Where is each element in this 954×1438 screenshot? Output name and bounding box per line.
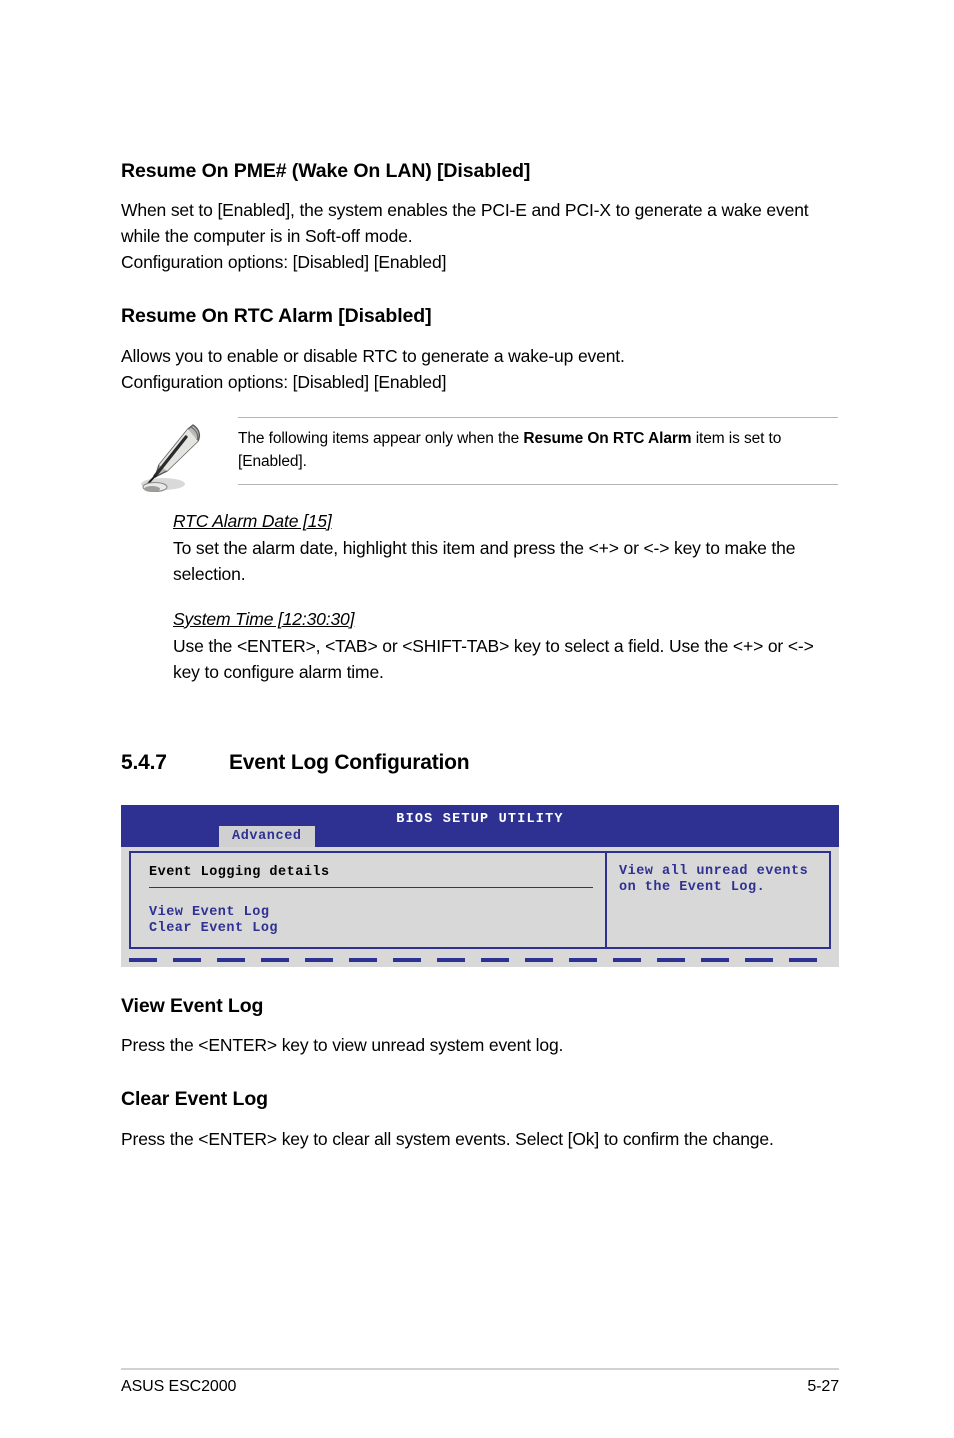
section-number: 5.4.7 xyxy=(121,750,167,774)
config-options-resume-on-rtc-alarm: Configuration options: [Disabled] [Enabl… xyxy=(121,371,447,392)
sub-item-desc-system-time: Use the <ENTER>, <TAB> or <SHIFT-TAB> ke… xyxy=(173,635,814,682)
bios-help-line-2: on the Event Log. xyxy=(619,879,766,895)
note-text-emphasis: Resume On RTC Alarm xyxy=(523,429,692,447)
footer-page-number: 5-27 xyxy=(807,1378,839,1395)
sub-item-rtc-alarm-date: RTC Alarm Date [15] To set the alarm dat… xyxy=(173,509,839,587)
page-content: Resume On PME# (Wake On LAN) [Disabled] … xyxy=(121,160,839,1152)
sub-item-desc-rtc-alarm-date: To set the alarm date, highlight this it… xyxy=(173,537,796,584)
bios-footer-dashed-rule xyxy=(129,957,831,962)
config-options-resume-on-pme: Configuration options: [Disabled] [Enabl… xyxy=(121,252,447,273)
bios-group-divider xyxy=(149,886,593,888)
page-title: Event Log Configuration xyxy=(229,750,470,774)
bios-header-bar: BIOS SETUP UTILITY Advanced xyxy=(121,804,839,848)
footer-divider xyxy=(121,1368,839,1370)
note-box: The following items appear only when the… xyxy=(131,416,839,492)
bios-settings-panel: Event Logging details View Event Log Cle… xyxy=(129,850,605,949)
footer-product-name: ASUS ESC2000 xyxy=(121,1378,237,1395)
heading-clear-event-log: Clear Event Log xyxy=(121,1088,268,1111)
note-body: The following items appear only when the… xyxy=(238,416,838,485)
bios-help-panel: View all unread events on the Event Log. xyxy=(605,850,831,949)
sub-item-title-rtc-alarm-date: RTC Alarm Date [15] xyxy=(173,510,332,531)
paragraph-clear-event-log: Press the <ENTER> key to clear all syste… xyxy=(121,1128,774,1149)
paragraph-view-event-log: Press the <ENTER> key to view unread sys… xyxy=(121,1035,564,1056)
bios-group-title: Event Logging details xyxy=(149,864,330,880)
page-footer: ASUS ESC2000 5-27 xyxy=(121,1378,839,1396)
document-page: Resume On PME# (Wake On LAN) [Disabled] … xyxy=(0,0,954,1438)
bios-item-clear-event-log[interactable]: Clear Event Log xyxy=(149,921,605,937)
sub-item-title-system-time: System Time [12:30:30] xyxy=(173,608,355,629)
paragraph-resume-on-rtc-alarm: Allows you to enable or disable RTC to g… xyxy=(121,345,625,366)
note-text: The following items appear only when the… xyxy=(238,427,838,473)
pencil-note-icon xyxy=(131,419,209,495)
paragraph-resume-on-pme: When set to [Enabled], the system enable… xyxy=(121,200,809,247)
bios-tab-advanced[interactable]: Advanced xyxy=(219,825,315,848)
bios-main-area: Event Logging details View Event Log Cle… xyxy=(121,846,839,955)
bios-item-list: View Event Log Clear Event Log xyxy=(149,905,605,937)
heading-resume-on-rtc-alarm: Resume On RTC Alarm [Disabled] xyxy=(121,305,432,328)
bios-item-view-event-log[interactable]: View Event Log xyxy=(149,905,605,921)
section-heading-5-4-7: 5.4.7 Event Log Configuration xyxy=(121,751,839,775)
note-text-before: The following items appear only when the xyxy=(238,429,524,447)
bios-setup-screenshot: BIOS SETUP UTILITY Advanced Event Loggin… xyxy=(121,804,839,967)
heading-view-event-log: View Event Log xyxy=(121,994,264,1017)
bios-title: BIOS SETUP UTILITY xyxy=(396,811,564,827)
sub-item-system-time: System Time [12:30:30] Use the <ENTER>, … xyxy=(173,607,839,685)
bios-help-line-1: View all unread events xyxy=(619,863,809,879)
bios-footer-bar xyxy=(121,954,839,967)
heading-resume-on-pme: Resume On PME# (Wake On LAN) [Disabled] xyxy=(121,160,531,182)
